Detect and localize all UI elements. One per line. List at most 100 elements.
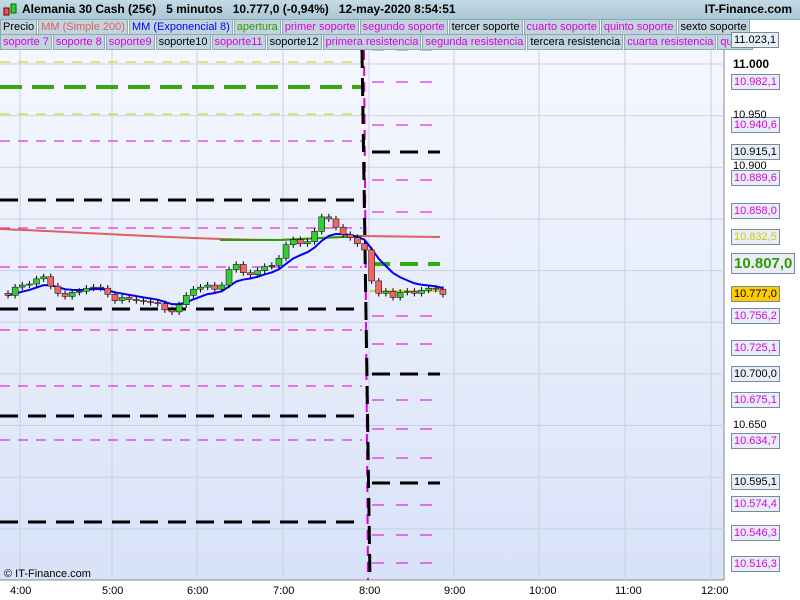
- candle: [140, 300, 147, 302]
- candle: [396, 292, 404, 298]
- legend-item[interactable]: soporte 7: [0, 34, 52, 50]
- legend-item[interactable]: segundo soporte: [359, 19, 448, 35]
- price-label: 10.889,6: [731, 170, 780, 187]
- candle: [361, 243, 368, 251]
- candle: [297, 239, 304, 244]
- candle: [425, 287, 432, 291]
- price-label: 10.546,3: [731, 524, 780, 541]
- price-chart[interactable]: [0, 0, 800, 600]
- legend-item[interactable]: soporte11: [211, 34, 266, 50]
- price-label: 10.756,2: [731, 307, 780, 324]
- copyright: © IT-Finance.com: [4, 568, 91, 580]
- candle: [190, 288, 197, 296]
- candle: [118, 297, 126, 301]
- legend-item[interactable]: soporte 8: [52, 34, 105, 50]
- axis-tick-label: 10.950: [733, 108, 767, 121]
- candle: [418, 289, 425, 294]
- candle: [111, 294, 119, 301]
- title-bar: Alemania 30 Cash (25€) 5 minutos 10.777,…: [0, 0, 800, 20]
- candle: [90, 286, 97, 289]
- price-label: 10.858,0: [731, 202, 780, 219]
- candle: [76, 291, 83, 293]
- legend-item[interactable]: cuarto soporte: [523, 19, 600, 35]
- time-label: 12:00: [701, 585, 729, 597]
- candle: [404, 291, 411, 293]
- candle: [389, 291, 397, 298]
- candle: [304, 241, 311, 244]
- candle: [289, 239, 297, 246]
- candle: [382, 291, 390, 294]
- legend-item[interactable]: quinto soporte: [600, 19, 677, 35]
- legend-item[interactable]: cuarta resistencia: [624, 34, 717, 50]
- legend-item[interactable]: primera resistencia: [322, 34, 422, 50]
- candle: [354, 237, 361, 244]
- candle: [311, 231, 318, 242]
- legend-item[interactable]: soporte9: [105, 34, 155, 50]
- axis-tick-label: 10.650: [733, 418, 767, 431]
- candle: [375, 280, 383, 294]
- legend-item[interactable]: Precio: [0, 19, 38, 35]
- candle: [104, 287, 112, 295]
- price-label: 10.574,4: [731, 495, 780, 512]
- candle: [175, 304, 183, 313]
- candle: [368, 249, 375, 282]
- axis-tick-label: 11.000: [733, 57, 770, 71]
- candle: [125, 297, 133, 300]
- candle: [439, 288, 447, 295]
- legend-item[interactable]: MM (Simple 200): [38, 19, 128, 35]
- candle: [268, 265, 276, 267]
- candle: [97, 286, 104, 289]
- candle: [275, 257, 283, 266]
- legend-item[interactable]: tercer soporte: [448, 19, 523, 35]
- price-label: 10.516,3: [731, 555, 780, 572]
- candle: [47, 276, 55, 287]
- candle: [161, 303, 169, 311]
- candle: [282, 244, 290, 259]
- candle: [411, 291, 418, 294]
- candle: [211, 284, 219, 290]
- candle: [147, 301, 154, 303]
- time-label: 11:00: [615, 585, 642, 597]
- axis-tick-label: 10.900: [733, 160, 767, 173]
- legend-item[interactable]: apertura: [233, 19, 281, 35]
- candle: [33, 278, 40, 285]
- candle: [40, 276, 47, 280]
- candle: [154, 302, 161, 304]
- price-label: 10.675,1: [731, 391, 780, 408]
- time-label: 10:00: [529, 585, 557, 597]
- candle: [183, 295, 190, 305]
- candle: [68, 292, 76, 297]
- legend-item[interactable]: MM (Exponencial 8): [128, 19, 233, 35]
- price-label: 10.595,1: [731, 474, 780, 491]
- time-label: 6:00: [187, 585, 209, 597]
- candle: [346, 234, 354, 238]
- time-label: 9:00: [444, 585, 466, 597]
- price-label: 10.832,5: [731, 229, 780, 246]
- legend-item[interactable]: soporte12: [266, 34, 322, 50]
- candle: [11, 286, 19, 296]
- candle: [325, 216, 333, 220]
- candle: [332, 218, 340, 228]
- brand: IT-Finance.com: [704, 2, 792, 16]
- candlestick-logo-icon: [3, 3, 17, 16]
- candle: [4, 293, 12, 296]
- candle: [204, 284, 211, 288]
- price-label: 10.807,0: [731, 253, 796, 275]
- candle: [26, 283, 33, 286]
- time-label: 5:00: [102, 585, 124, 597]
- candle: [254, 270, 261, 275]
- price-label: 10.982,1: [731, 74, 780, 91]
- candle: [247, 272, 254, 275]
- candle: [83, 287, 90, 292]
- legend-item[interactable]: tercera resistencia: [527, 34, 624, 50]
- candle: [261, 266, 268, 271]
- candle: [61, 293, 69, 297]
- time-label: 8:00: [359, 585, 381, 597]
- legend-item[interactable]: soporte10: [155, 34, 211, 50]
- candle: [432, 287, 440, 290]
- legend-item[interactable]: segunda resistencia: [422, 34, 527, 50]
- candle: [240, 264, 247, 273]
- candle: [318, 216, 325, 232]
- legend-item[interactable]: primer soporte: [281, 19, 359, 35]
- candle: [339, 226, 347, 235]
